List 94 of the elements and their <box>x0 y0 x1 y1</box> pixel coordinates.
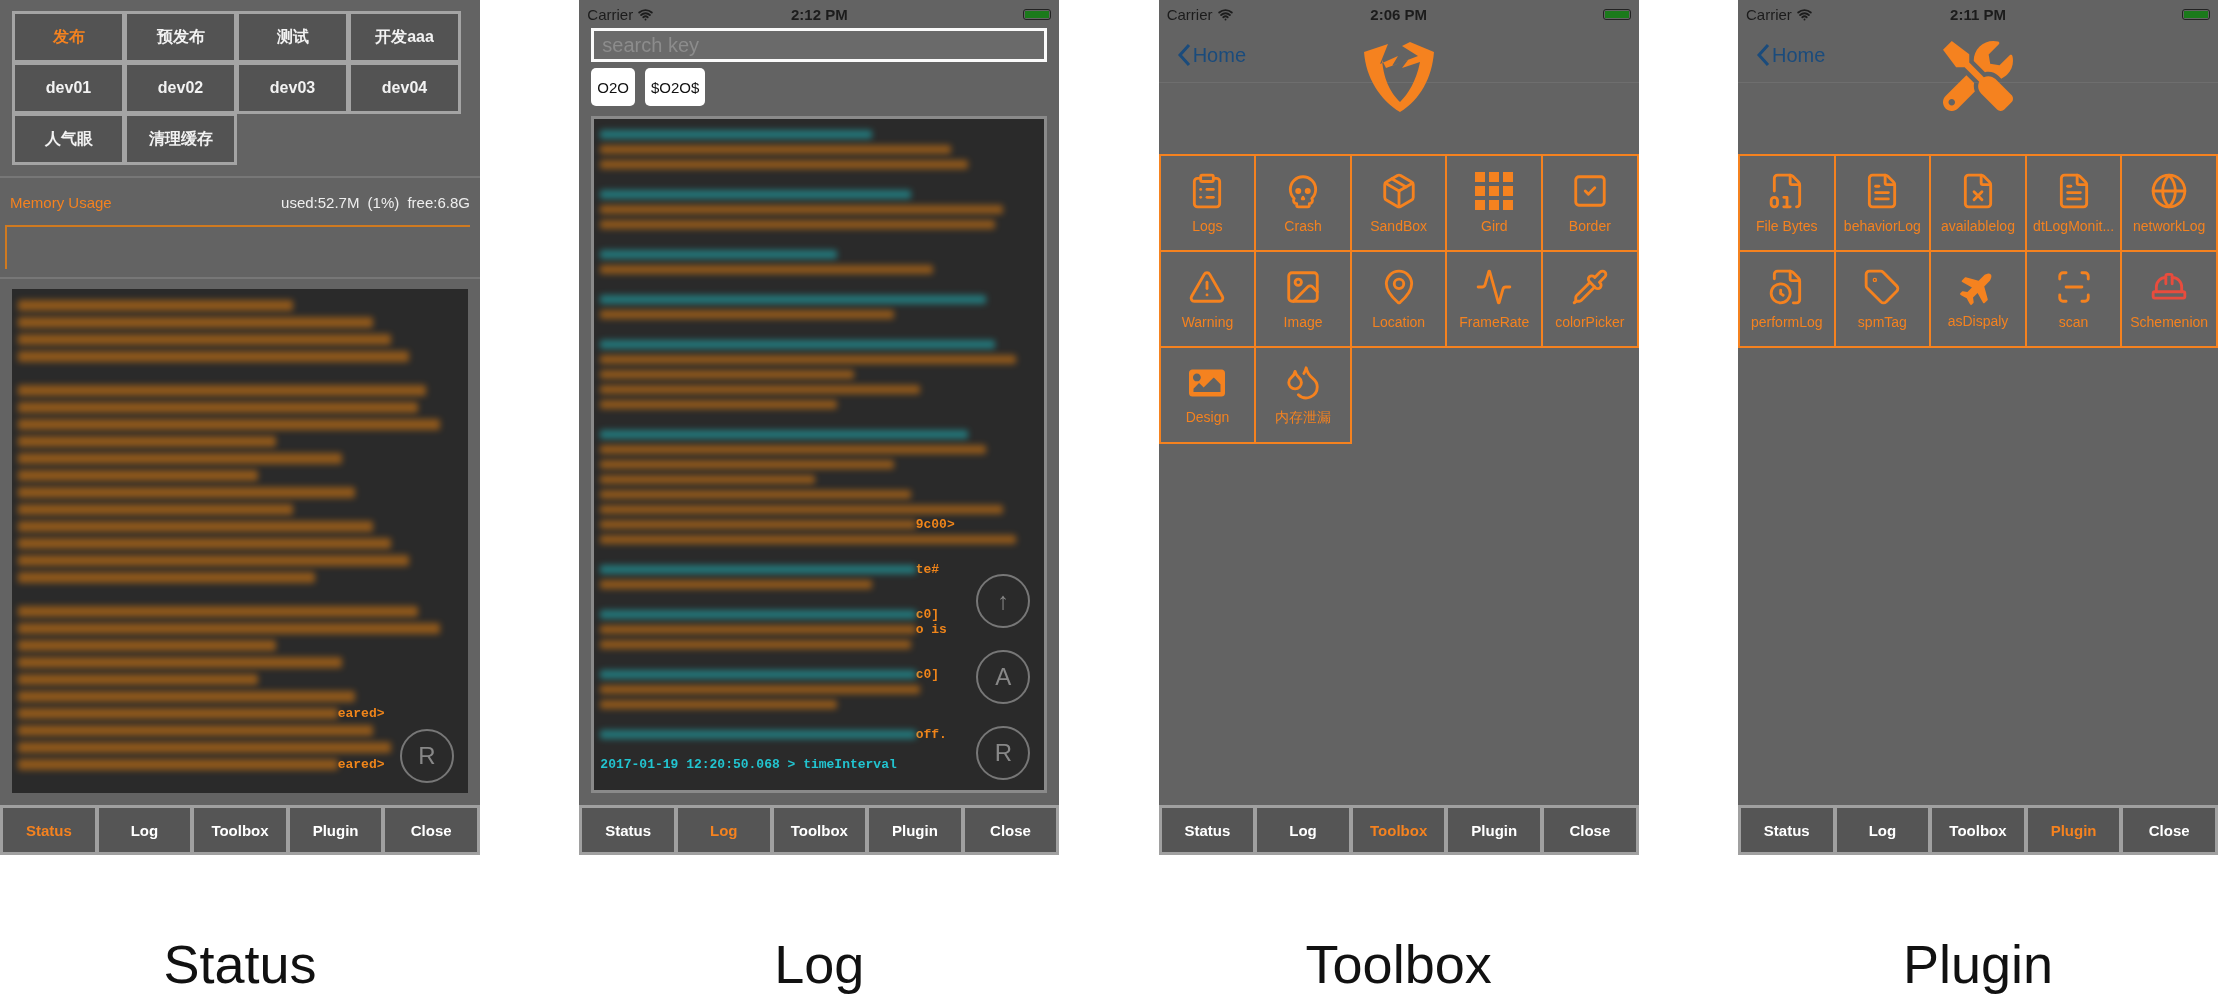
tool-item[interactable]: Schemenion <box>2122 252 2218 348</box>
battery-icon <box>2182 8 2210 20</box>
environment-button[interactable]: dev03 <box>239 65 346 111</box>
log-line: 2017-01-19 12:20:50.068 > timeInterval <box>600 757 897 772</box>
warning-icon <box>1188 268 1227 306</box>
wifi-icon <box>1217 6 1233 22</box>
tab[interactable]: Log <box>677 808 770 852</box>
battery-icon <box>1602 8 1631 20</box>
tab[interactable]: Log <box>1836 808 1929 852</box>
globe-icon <box>2150 172 2189 210</box>
wifi-icon <box>1796 6 1812 22</box>
tool-item[interactable]: spmTag <box>1835 252 1932 348</box>
tool-item[interactable]: Warning <box>1160 252 1257 348</box>
tab[interactable]: Toolbox <box>1352 808 1445 852</box>
back-chevron-icon <box>1756 43 1770 67</box>
tab[interactable]: Status <box>3 808 95 852</box>
tool-item[interactable]: dtLogMonit... <box>2026 156 2123 252</box>
tab[interactable]: Close <box>2123 808 2215 852</box>
tag-icon <box>1863 268 1902 306</box>
environment-button[interactable]: dev04 <box>351 65 458 111</box>
tool-item[interactable]: performLog <box>1740 252 1836 348</box>
filter-chip[interactable]: O2O <box>591 68 635 106</box>
environment-button[interactable]: 人气眼 <box>15 116 122 162</box>
tool-item[interactable]: scan <box>2026 252 2123 348</box>
log-text: eared> <box>337 757 385 772</box>
carrier-label: Carrier <box>1166 5 1213 23</box>
environment-button[interactable]: dev02 <box>127 65 234 111</box>
tool-item[interactable]: FrameRate <box>1447 252 1544 348</box>
log-text: o is <box>915 622 947 637</box>
tool-item[interactable]: Crash <box>1256 156 1352 252</box>
status-time: 2:11 PM <box>1950 5 2006 23</box>
tool-item[interactable]: File Bytes <box>1740 156 1836 252</box>
tool-item[interactable]: availablelog <box>1931 156 2027 252</box>
environment-button[interactable]: 测试 <box>239 14 346 60</box>
floating-button[interactable]: R <box>400 729 454 783</box>
tool-item[interactable]: networkLog <box>2122 156 2218 252</box>
environment-button[interactable]: 开发aaa <box>351 14 458 60</box>
tab[interactable]: Plugin <box>2027 808 2120 852</box>
back-chevron-icon <box>1176 43 1191 67</box>
environment-button[interactable]: dev01 <box>15 65 122 111</box>
log-text: c0] <box>915 607 940 622</box>
tab[interactable]: Toolbox <box>1932 808 2024 852</box>
carrier-label: Carrier <box>1746 5 1792 23</box>
battery-icon <box>1023 8 1052 20</box>
tool-item[interactable]: behaviorLog <box>1835 156 1932 252</box>
tool-item[interactable]: Design <box>1160 348 1257 444</box>
screen-caption: Toolbox <box>1305 933 1492 995</box>
tab[interactable]: Toolbox <box>773 808 866 852</box>
screen-caption: Status <box>163 933 317 995</box>
tab[interactable]: Status <box>582 808 674 852</box>
screen-caption: Plugin <box>1902 933 2054 995</box>
tool-item[interactable]: Location <box>1351 252 1448 348</box>
floating-button[interactable]: ↑ <box>976 574 1031 628</box>
tool-item[interactable]: Gird <box>1447 156 1544 252</box>
environment-button[interactable]: 发布 <box>15 14 122 60</box>
memory-title: Memory Usage <box>10 194 112 211</box>
tool-item[interactable]: Logs <box>1160 156 1257 252</box>
tab[interactable]: Status <box>1741 808 1833 852</box>
log-text: c0] <box>915 667 940 682</box>
log-text: 9c00> <box>915 517 955 532</box>
tool-item[interactable]: Image <box>1256 252 1352 348</box>
carrier-label: Carrier <box>587 5 634 23</box>
floating-button[interactable]: A <box>976 650 1031 704</box>
tab[interactable]: Plugin <box>289 808 382 852</box>
status-time: 2:12 PM <box>790 5 848 23</box>
tab[interactable]: Plugin <box>1448 808 1541 852</box>
tab[interactable]: Log <box>1257 808 1349 852</box>
environment-button[interactable]: 清理缓存 <box>127 116 234 162</box>
memory-values: used:52.7M (1%) free:6.8G <box>281 194 470 211</box>
tools-logo <box>1943 41 2013 111</box>
tab[interactable]: Plugin <box>869 808 961 852</box>
tab[interactable]: Close <box>964 808 1057 852</box>
pulse-icon <box>1475 268 1514 306</box>
log-text: eared> <box>337 706 385 721</box>
screen-caption: Log <box>774 933 865 995</box>
dropper-icon <box>1570 268 1609 306</box>
status-time: 2:06 PM <box>1370 5 1427 23</box>
tool-item[interactable]: 内存泄漏 <box>1256 348 1352 444</box>
tab[interactable]: Close <box>385 808 477 852</box>
tab[interactable]: Log <box>98 808 191 852</box>
tool-item[interactable]: SandBox <box>1351 156 1448 252</box>
log-text: off. <box>915 727 947 742</box>
grid-icon <box>1475 172 1514 210</box>
tab[interactable]: Status <box>1161 808 1254 852</box>
tab[interactable]: Toolbox <box>194 808 286 852</box>
tool-item[interactable]: colorPicker <box>1543 252 1639 348</box>
environment-button[interactable]: 预发布 <box>127 14 234 60</box>
floating-button[interactable]: R <box>976 726 1031 780</box>
tab[interactable]: Close <box>1544 808 1636 852</box>
filter-chip[interactable]: $O2O$ <box>645 68 706 106</box>
wifi-icon <box>638 6 654 22</box>
log-text: te# <box>915 562 940 577</box>
tool-item[interactable]: Border <box>1543 156 1639 252</box>
tool-item[interactable]: asDispaly <box>1931 252 2027 348</box>
